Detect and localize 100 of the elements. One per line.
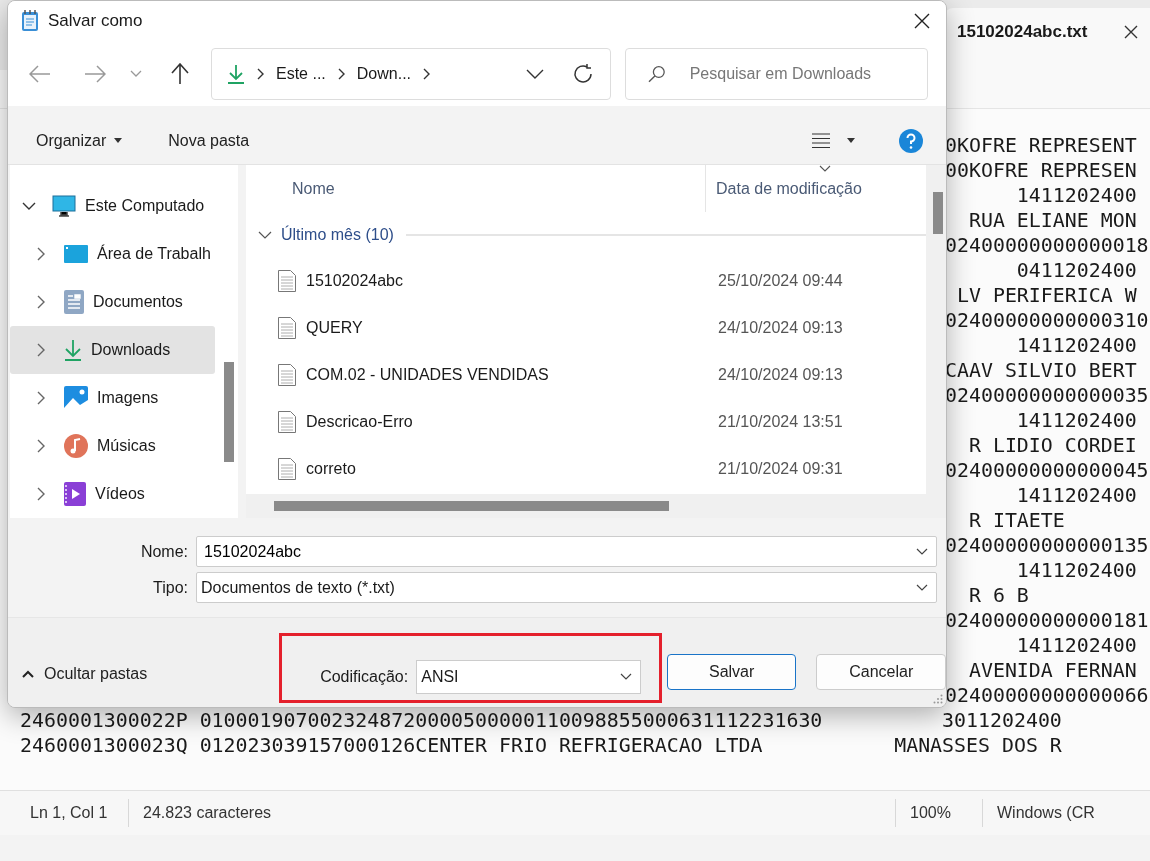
field-label: Tipo: bbox=[152, 578, 188, 597]
file-date: 24/10/2024 09:13 bbox=[718, 365, 843, 384]
text-line: 02400000000000066 bbox=[945, 683, 1149, 708]
file-name: Descricao-Erro bbox=[306, 412, 414, 431]
up-arrow-icon[interactable] bbox=[170, 62, 190, 85]
search-input[interactable]: Pesquisar em Downloads bbox=[687, 63, 927, 84]
tree-label: Área de Trabalh bbox=[97, 245, 211, 263]
sort-chevron-icon bbox=[819, 165, 831, 172]
dialog-title: Salvar como bbox=[48, 11, 143, 31]
file-name-input[interactable]: 15102024abc bbox=[201, 542, 916, 561]
chevron-down-icon[interactable] bbox=[916, 584, 928, 591]
caret-icon[interactable] bbox=[847, 138, 855, 143]
text-line: 02400000000000018 bbox=[945, 233, 1149, 258]
file-type-dropdown[interactable]: Documentos de texto (*.txt) bbox=[196, 572, 937, 603]
document-tab[interactable]: 15102024abc.txt bbox=[945, 8, 1150, 70]
new-folder-button[interactable]: Nova pasta bbox=[168, 127, 250, 154]
scrollbar-thumb[interactable] bbox=[224, 362, 234, 462]
file-date: 25/10/2024 09:44 bbox=[718, 271, 843, 290]
chevron-down-icon[interactable] bbox=[526, 68, 544, 79]
column-header[interactable]: Data de modificação bbox=[716, 179, 862, 198]
text-line: 02400000000000045 bbox=[945, 458, 1149, 483]
organize-menu[interactable]: Organizar bbox=[36, 127, 123, 154]
file-row[interactable]: QUERY 24/10/2024 09:13 bbox=[246, 304, 924, 351]
search-icon bbox=[648, 64, 666, 83]
tree-item[interactable]: Área de Trabalh bbox=[10, 230, 215, 278]
breadcrumb[interactable]: Este ... bbox=[276, 64, 326, 83]
refresh-icon[interactable] bbox=[572, 62, 594, 85]
text-line: R 6 B bbox=[967, 583, 1029, 608]
column-header[interactable]: Nome bbox=[292, 165, 706, 212]
film-icon bbox=[64, 482, 86, 506]
text-line: 2460001300023Q 012023039157000126CENTER FRIO REFRIGERACAO LTDA MANASSES DOS R bbox=[20, 733, 1062, 758]
chevron-down-icon[interactable] bbox=[916, 548, 928, 555]
document-icon bbox=[64, 290, 84, 314]
scrollbar-thumb[interactable] bbox=[933, 192, 943, 234]
file-row[interactable]: correto 21/10/2024 09:31 bbox=[246, 445, 924, 492]
caret-icon bbox=[114, 138, 123, 143]
zoom-level: 100% bbox=[895, 799, 982, 827]
tree-item[interactable]: Downloads bbox=[10, 326, 215, 374]
text-line: 1411202400 bbox=[1015, 333, 1137, 358]
text-line: 02400000000000181 bbox=[945, 608, 1149, 633]
text-line: 0411202400 bbox=[1015, 258, 1137, 283]
tree-item[interactable]: Imagens bbox=[10, 374, 215, 422]
tree-label: Documentos bbox=[93, 293, 183, 311]
breadcrumb[interactable]: Down... bbox=[356, 64, 412, 83]
music-note-icon bbox=[64, 434, 88, 458]
text-line: CAAV SILVIO BERT bbox=[945, 358, 1137, 383]
line-ending: Windows (CR bbox=[982, 799, 1109, 827]
tree-item[interactable]: Vídeos bbox=[10, 470, 215, 518]
hide-folders-button[interactable]: Ocultar pastas bbox=[22, 664, 148, 683]
text-file-icon bbox=[278, 457, 296, 480]
address-bar[interactable]: Este ... Down... bbox=[211, 47, 611, 100]
tree-item[interactable]: Músicas bbox=[10, 422, 215, 470]
back-arrow-icon[interactable] bbox=[29, 64, 51, 83]
file-row[interactable]: Descricao-Erro 21/10/2024 13:51 bbox=[246, 398, 924, 445]
desktop-icon bbox=[64, 244, 88, 264]
forward-arrow-icon[interactable] bbox=[84, 64, 106, 83]
search-field[interactable]: Pesquisar em Downloads bbox=[625, 47, 928, 100]
file-row[interactable]: COM.02 - UNIDADES VENDIDAS 24/10/2024 09:13 bbox=[246, 351, 924, 398]
tree-item[interactable]: Este Computado bbox=[10, 182, 215, 230]
tree-label: Imagens bbox=[97, 389, 159, 407]
group-header[interactable]: Último mês (10) bbox=[281, 226, 394, 244]
text-line: 1411202400 bbox=[1015, 558, 1137, 583]
text-line: 00KOFRE REPRESEN bbox=[945, 158, 1137, 183]
cancel-button[interactable]: Cancelar bbox=[816, 653, 946, 690]
chevron-right-icon bbox=[337, 67, 345, 80]
character-count: 24.823 caracteres bbox=[128, 799, 895, 827]
text-file-icon bbox=[278, 363, 296, 386]
tree-item[interactable]: Documentos bbox=[10, 278, 215, 326]
file-name-field[interactable]: 15102024abc bbox=[196, 536, 937, 567]
chevron-up-icon bbox=[22, 669, 34, 678]
file-date: 21/10/2024 13:51 bbox=[718, 412, 843, 431]
text-line: 02400000000000135 bbox=[945, 533, 1149, 558]
text-line: AVENIDA FERNAN bbox=[967, 658, 1137, 683]
file-name: correto bbox=[306, 459, 357, 478]
close-icon[interactable] bbox=[914, 13, 930, 29]
text-line: 02400000000000035 bbox=[945, 383, 1149, 408]
text-line: 1411202400 bbox=[1015, 483, 1137, 508]
text-file-icon bbox=[278, 410, 296, 433]
resize-grip-icon[interactable] bbox=[933, 694, 943, 704]
chevron-down-icon[interactable] bbox=[620, 673, 633, 680]
file-name: 15102024abc bbox=[306, 271, 404, 290]
chevron-right-icon bbox=[423, 67, 431, 80]
encoding-dropdown[interactable]: ANSI bbox=[416, 659, 642, 694]
text-line: 2460001300022P 0100019070023248720000500000110098855000631112231630 3011202400 bbox=[20, 708, 1062, 733]
save-button[interactable]: Salvar bbox=[666, 653, 797, 690]
close-icon[interactable] bbox=[1124, 25, 1138, 39]
download-icon bbox=[64, 339, 82, 361]
help-icon[interactable] bbox=[899, 128, 923, 153]
file-date: 24/10/2024 09:13 bbox=[718, 318, 843, 337]
text-line: 02400000000000310 bbox=[945, 308, 1149, 333]
text-line: 1411202400 bbox=[1015, 408, 1137, 433]
list-view-icon[interactable] bbox=[811, 132, 831, 149]
text-line: R ITAETE bbox=[967, 508, 1065, 533]
scrollbar-thumb[interactable] bbox=[274, 501, 669, 511]
file-name: COM.02 - UNIDADES VENDIDAS bbox=[306, 365, 550, 384]
file-row[interactable]: 15102024abc 25/10/2024 09:44 bbox=[246, 257, 924, 304]
text-file-icon bbox=[278, 316, 296, 339]
field-label: Nome: bbox=[139, 542, 188, 561]
tree-label: Vídeos bbox=[95, 485, 145, 503]
text-line: 1411202400 bbox=[1015, 633, 1137, 658]
